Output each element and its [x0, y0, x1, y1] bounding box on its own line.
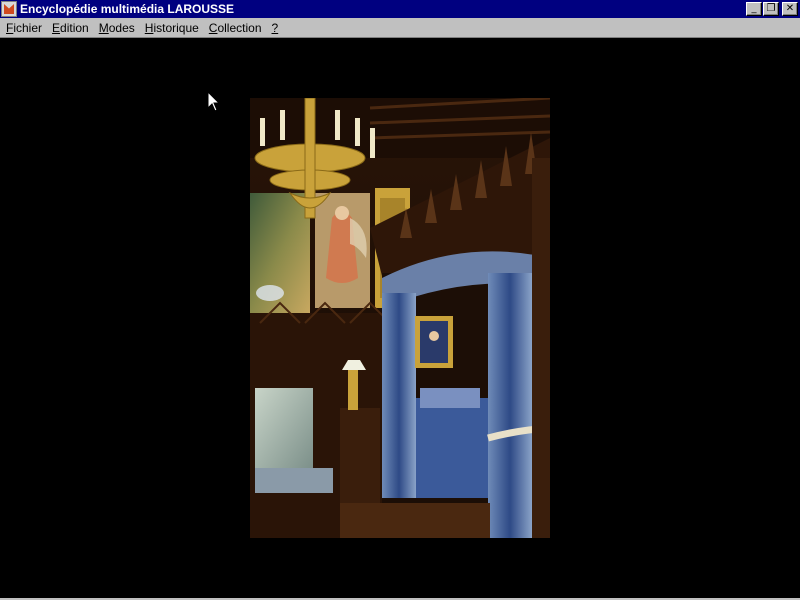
menu-modes-label: odes	[108, 20, 135, 35]
menu-edition[interactable]: Edition	[47, 18, 94, 38]
menu-help[interactable]: ?	[267, 18, 284, 38]
menu-fichier-label: ichier	[13, 20, 43, 35]
menu-fichier[interactable]: Fichier	[0, 18, 47, 38]
photo-illustration	[250, 98, 550, 538]
menu-historique[interactable]: Historique	[140, 18, 204, 38]
menu-fichier-accel: F	[6, 20, 14, 35]
menu-collection-accel: C	[208, 20, 218, 35]
menu-historique-label: istorique	[153, 20, 199, 35]
menu-collection-label: ollection	[217, 20, 262, 35]
menu-modes[interactable]: Modes	[94, 18, 140, 38]
menu-collection[interactable]: Collection	[204, 18, 267, 38]
menu-edition-accel: E	[52, 20, 61, 35]
menu-bar: Fichier Edition Modes Historique Collect…	[0, 18, 800, 38]
title-bar[interactable]: Encyclopédie multimédia LAROUSSE _ ❐ ✕	[0, 0, 800, 18]
close-button[interactable]: ✕	[782, 2, 798, 16]
menu-historique-accel: H	[144, 20, 154, 35]
bedroom-interior-photograph[interactable]	[250, 98, 550, 538]
restore-button[interactable]: ❐	[763, 2, 779, 16]
larousse-app-icon[interactable]	[1, 1, 17, 17]
menu-modes-accel: M	[98, 20, 109, 35]
menu-edition-label: dition	[60, 20, 89, 35]
menu-help-accel: ?	[271, 20, 279, 35]
minimize-button[interactable]: _	[746, 2, 762, 16]
window-title: Encyclopédie multimédia LAROUSSE	[20, 2, 235, 16]
mouse-cursor-icon	[208, 92, 220, 112]
window-controls: _ ❐ ✕	[745, 2, 798, 16]
